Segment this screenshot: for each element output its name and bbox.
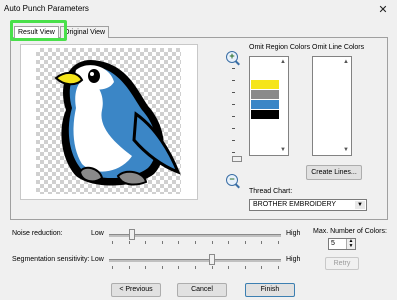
segmentation-slider[interactable] [109, 254, 281, 269]
tab-highlight-box [10, 20, 67, 41]
scroll-down-icon[interactable]: ▼ [342, 146, 350, 154]
penguin-image [54, 60, 181, 186]
slider-thumb[interactable] [209, 254, 215, 265]
color-swatch-yellow[interactable] [251, 80, 279, 89]
slider-tick [212, 241, 213, 244]
slider-tick [112, 241, 113, 244]
noise-low-label: Low [91, 230, 104, 237]
omit-line-colors-list[interactable]: ▲ ▼ [312, 56, 352, 156]
zoom-in-icon[interactable]: + [226, 51, 238, 63]
thread-chart-label: Thread Chart: [249, 188, 293, 195]
zoom-slider[interactable] [232, 64, 238, 164]
slider-tick [245, 241, 246, 244]
cancel-button[interactable]: Cancel [177, 283, 227, 297]
scroll-up-icon[interactable]: ▲ [279, 58, 287, 66]
close-button[interactable]: ✕ [376, 4, 390, 16]
previous-button[interactable]: < Previous [111, 283, 161, 297]
slider-tick [145, 266, 146, 269]
thread-chart-select[interactable]: BROTHER EMBROIDERY ▼ [249, 199, 367, 211]
noise-high-label: High [286, 230, 301, 237]
slider-tick [261, 266, 262, 269]
max-colors-label: Max. Number of Colors: [313, 228, 387, 235]
slider-tick [112, 266, 113, 269]
slider-thumb[interactable] [129, 229, 135, 240]
noise-reduction-label: Noise reduction: [12, 230, 63, 237]
slider-tick [245, 266, 246, 269]
color-swatch-blue[interactable] [251, 100, 279, 109]
slider-tick [145, 241, 146, 244]
color-swatch-black[interactable] [251, 110, 279, 119]
slider-tick [261, 241, 262, 244]
segmentation-low-label: Low [91, 256, 104, 263]
tab-original-view[interactable]: Original View [60, 26, 110, 38]
segmentation-high-label: High [286, 256, 301, 263]
segmentation-label: Segmentation sensitivity: [12, 256, 90, 263]
slider-tick [195, 266, 196, 269]
slider-tick [129, 241, 130, 244]
chevron-down-icon[interactable]: ▼ [355, 201, 365, 209]
spin-arrows-icon[interactable]: ▲ ▼ [346, 239, 355, 249]
slider-tick [178, 266, 179, 269]
max-colors-value: 5 [331, 240, 335, 247]
slider-tick [178, 241, 179, 244]
max-colors-spinner[interactable]: 5 ▲ ▼ [328, 238, 356, 250]
slider-tick [129, 266, 130, 269]
finish-button[interactable]: Finish [245, 283, 295, 297]
slider-tick [228, 266, 229, 269]
slider-tick [195, 241, 196, 244]
slider-tick [228, 241, 229, 244]
slider-tick [162, 266, 163, 269]
noise-reduction-slider[interactable] [109, 229, 281, 244]
scroll-down-icon[interactable]: ▼ [279, 146, 287, 154]
omit-region-colors-list[interactable]: ▲ ▼ [249, 56, 289, 156]
zoom-slider-thumb[interactable] [232, 156, 242, 162]
color-swatch-gray[interactable] [251, 90, 279, 99]
slider-tick [278, 266, 279, 269]
slider-tick [278, 241, 279, 244]
window-title: Auto Punch Parameters [4, 4, 89, 13]
retry-button[interactable]: Retry [325, 257, 359, 270]
scroll-up-icon[interactable]: ▲ [342, 58, 350, 66]
create-lines-button[interactable]: Create Lines... [306, 165, 362, 180]
omit-line-colors-label: Omit Line Colors [312, 44, 365, 51]
zoom-out-icon[interactable]: − [226, 174, 238, 186]
thread-chart-value: BROTHER EMBROIDERY [253, 201, 337, 208]
slider-tick [212, 266, 213, 269]
omit-region-colors-label: Omit Region Colors [249, 44, 311, 51]
slider-tick [162, 241, 163, 244]
